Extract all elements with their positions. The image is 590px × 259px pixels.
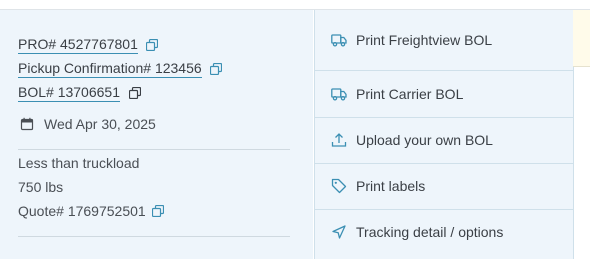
pro-number[interactable]: PRO# 4527767801 [18,36,138,54]
bol-number[interactable]: BOL# 13706651 [18,84,120,102]
shipment-mode: Less than truckload [18,155,140,171]
pickup-confirmation-number[interactable]: Pickup Confirmation# 123456 [18,60,202,78]
print-carrier-bol-button[interactable]: Print Carrier BOL [315,71,573,118]
pickup-confirmation-row: Pickup Confirmation# 123456 [18,60,222,78]
copy-icon[interactable] [145,39,158,51]
quote-number: Quote# 1769752501 [18,203,146,219]
shipment-weight: 750 lbs [18,179,64,195]
bol-number-row: BOL# 13706651 [18,84,141,102]
upload-own-bol-button[interactable]: Upload your own BOL [315,117,573,164]
mode-row: Less than truckload [18,155,139,171]
action-label: Print Carrier BOL [356,86,464,102]
action-label: Print labels [356,178,426,194]
copy-icon[interactable] [209,63,222,75]
pickup-date: Wed Apr 30, 2025 [44,116,156,132]
tag-icon [331,178,347,194]
copy-icon[interactable] [151,205,164,217]
truck-icon [331,86,347,102]
copy-icon[interactable] [128,87,141,99]
calendar-icon [20,117,34,131]
bol-actions-panel: Print Freightview BOL Print Carrier BOL … [314,10,574,259]
print-freightview-bol-button[interactable]: Print Freightview BOL [315,10,573,71]
section-divider [18,149,290,150]
upload-icon [331,132,347,148]
location-arrow-icon [331,224,347,240]
action-label: Upload your own BOL [356,132,493,148]
notice-banner [573,10,590,67]
quote-row: Quote# 1769752501 [18,203,164,219]
weight-row: 750 lbs [18,179,63,195]
action-label: Tracking detail / options [356,224,504,240]
pickup-date-row: Wed Apr 30, 2025 [20,116,156,132]
pro-number-row: PRO# 4527767801 [18,36,158,54]
shipment-details-panel: PRO# 4527767801 Pickup Confirmation# 123… [0,10,313,259]
section-divider [18,236,290,237]
action-label: Print Freightview BOL [356,32,493,48]
tracking-detail-options-button[interactable]: Tracking detail / options [315,209,573,255]
truck-icon [331,32,347,48]
print-labels-button[interactable]: Print labels [315,163,573,210]
